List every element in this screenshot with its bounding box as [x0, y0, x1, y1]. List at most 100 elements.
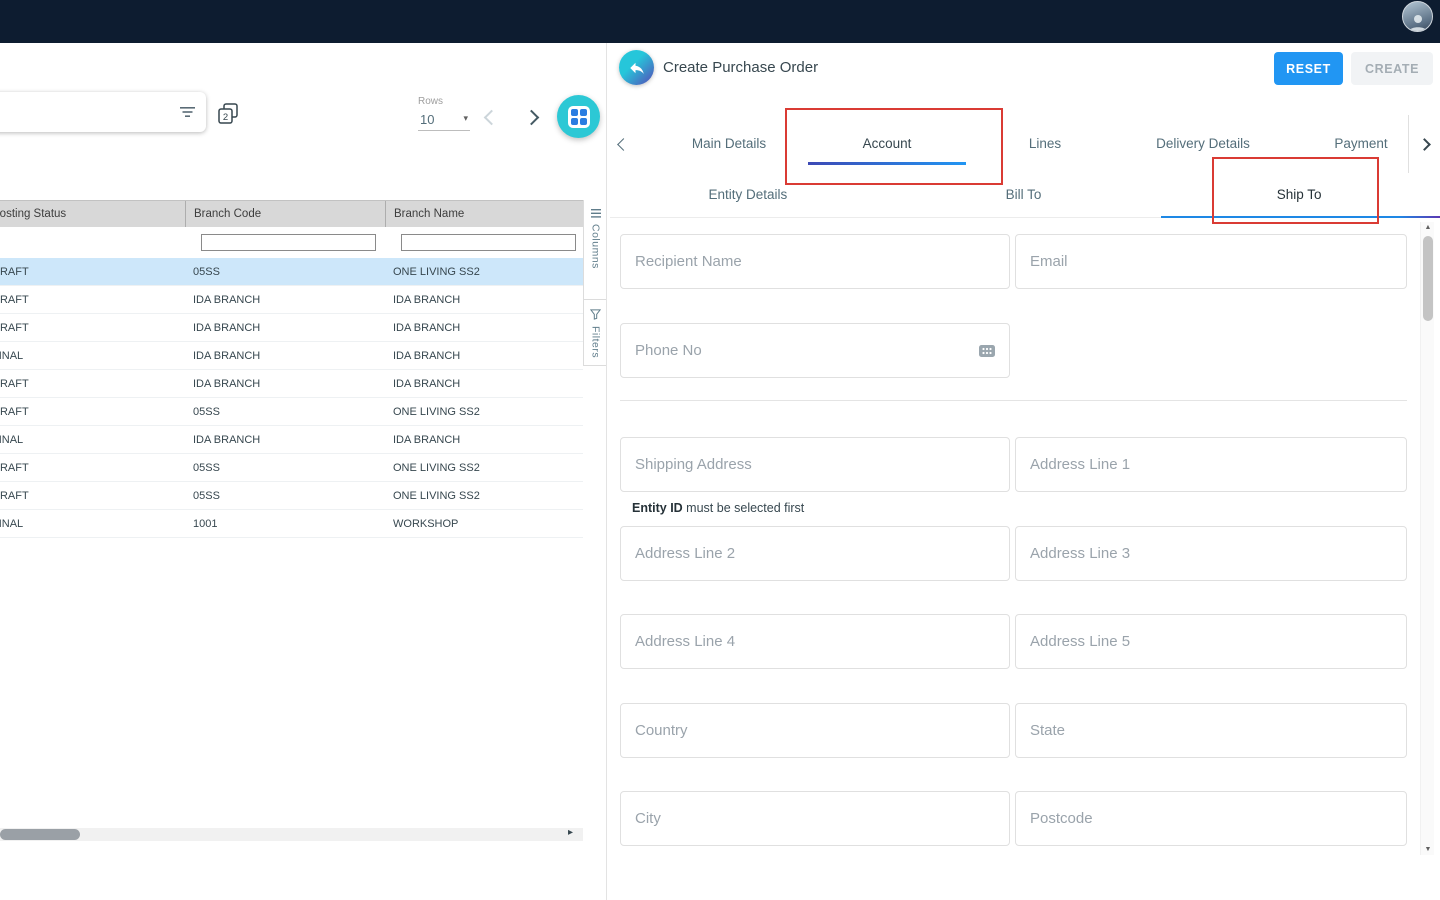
columns-panel-button[interactable]: Columns: [584, 200, 607, 300]
column-header-posting-status[interactable]: Posting Status: [0, 201, 185, 227]
address-line-4-input[interactable]: [620, 614, 1010, 669]
scroll-right-icon[interactable]: ▸: [568, 827, 573, 838]
email-input[interactable]: [1015, 234, 1407, 289]
grid-view-icon: [568, 106, 590, 128]
filter-cell-branch-name: [385, 227, 583, 258]
phone-input[interactable]: [620, 323, 1010, 378]
filters-panel-label: Filters: [590, 326, 602, 358]
rows-per-page-value: 10: [420, 112, 434, 127]
table-row[interactable]: DRAFT 05SS ONE LIVING SS2: [0, 454, 583, 482]
horizontal-scrollbar-thumb[interactable]: [0, 829, 80, 840]
address-line-2-input[interactable]: [620, 526, 1010, 581]
cell-posting-status: DRAFT: [0, 398, 185, 425]
postcode-input[interactable]: [1015, 791, 1407, 846]
cell-posting-status: DRAFT: [0, 286, 185, 313]
search-card: [0, 92, 206, 132]
table-side-toolbar: Columns Filters: [583, 200, 607, 366]
table-row[interactable]: DRAFT 05SS ONE LIVING SS2: [0, 398, 583, 426]
shipping-address-input[interactable]: [620, 437, 1010, 492]
cell-branch-name: IDA BRANCH: [385, 426, 583, 453]
cell-branch-code: 05SS: [185, 482, 385, 509]
purchase-order-table: Posting Status Branch Code Branch Name D…: [0, 200, 583, 538]
dial-pad-icon[interactable]: [979, 344, 995, 362]
tab-main-details[interactable]: Main Details: [650, 123, 808, 165]
cell-branch-name: ONE LIVING SS2: [385, 454, 583, 481]
columns-panel-label: Columns: [590, 224, 602, 269]
country-input[interactable]: [620, 703, 1010, 758]
cell-branch-name: ONE LIVING SS2: [385, 398, 583, 425]
reset-button[interactable]: RESET: [1274, 52, 1343, 85]
table-row[interactable]: DRAFT IDA BRANCH IDA BRANCH: [0, 370, 583, 398]
subtab-ship-to[interactable]: Ship To: [1161, 172, 1437, 217]
table-row[interactable]: DRAFT 05SS ONE LIVING SS2: [0, 482, 583, 510]
table-row[interactable]: DRAFT IDA BRANCH IDA BRANCH: [0, 314, 583, 342]
previous-page-button[interactable]: [486, 110, 497, 128]
columns-icon: [591, 209, 601, 218]
cell-branch-name: ONE LIVING SS2: [385, 258, 583, 285]
create-purchase-order-panel: Create Purchase Order RESET CREATE Main …: [607, 43, 1440, 900]
back-button[interactable]: [619, 50, 654, 85]
cell-posting-status: FINAL: [0, 510, 185, 537]
purchase-order-list-panel: 2 Rows 10 ▾ Posting Status Branch Code B…: [0, 43, 607, 900]
state-input[interactable]: [1015, 703, 1407, 758]
cell-posting-status: FINAL: [0, 426, 185, 453]
filters-panel-button[interactable]: Filters: [584, 300, 607, 366]
table-row[interactable]: DRAFT IDA BRANCH IDA BRANCH: [0, 286, 583, 314]
page-title: Create Purchase Order: [663, 50, 818, 85]
tab-delivery-details[interactable]: Delivery Details: [1124, 123, 1282, 165]
cell-branch-name: WORKSHOP: [385, 510, 583, 537]
subtab-entity-details[interactable]: Entity Details: [610, 172, 886, 217]
svg-text:2: 2: [223, 112, 228, 123]
cell-branch-name: IDA BRANCH: [385, 342, 583, 369]
entity-id-hint-bold: Entity ID: [632, 501, 683, 515]
tab-account[interactable]: Account: [808, 123, 966, 165]
city-input[interactable]: [620, 791, 1010, 846]
cell-branch-name: IDA BRANCH: [385, 286, 583, 313]
filter-list-icon[interactable]: [180, 105, 195, 124]
table-row[interactable]: DRAFT 05SS ONE LIVING SS2: [0, 258, 583, 286]
branch-code-filter-input[interactable]: [201, 234, 376, 251]
address-line-1-input[interactable]: [1015, 437, 1407, 492]
cell-posting-status: DRAFT: [0, 258, 185, 285]
create-button[interactable]: CREATE: [1351, 52, 1433, 85]
cell-posting-status: DRAFT: [0, 454, 185, 481]
tab-lines[interactable]: Lines: [966, 123, 1124, 165]
vertical-scrollbar[interactable]: ▲ ▼: [1420, 222, 1434, 855]
person-icon: [1407, 13, 1429, 31]
cell-posting-status: DRAFT: [0, 370, 185, 397]
scroll-down-icon[interactable]: ▼: [1421, 846, 1435, 853]
table-row[interactable]: FINAL IDA BRANCH IDA BRANCH: [0, 342, 583, 370]
subtab-bill-to[interactable]: Bill To: [886, 172, 1162, 217]
horizontal-scrollbar[interactable]: [0, 828, 583, 841]
cell-branch-name: ONE LIVING SS2: [385, 482, 583, 509]
tabs-scroll-left-button[interactable]: [619, 123, 645, 165]
user-avatar[interactable]: [1402, 1, 1433, 32]
recipient-name-input[interactable]: [620, 234, 1010, 289]
table-filter-row: [0, 227, 583, 258]
next-page-button[interactable]: [526, 110, 537, 128]
cell-posting-status: DRAFT: [0, 314, 185, 341]
vertical-scrollbar-thumb[interactable]: [1423, 236, 1433, 321]
form-section-divider: [620, 400, 1407, 401]
table-row[interactable]: FINAL IDA BRANCH IDA BRANCH: [0, 426, 583, 454]
column-header-branch-code[interactable]: Branch Code: [185, 201, 385, 227]
chevron-down-icon: ▾: [463, 113, 468, 124]
column-header-branch-name[interactable]: Branch Name: [385, 201, 583, 227]
cell-branch-name: IDA BRANCH: [385, 314, 583, 341]
scroll-up-icon[interactable]: ▲: [1421, 224, 1435, 231]
top-navigation-bar: [0, 0, 1440, 43]
branch-name-filter-input[interactable]: [401, 234, 576, 251]
address-line-3-input[interactable]: [1015, 526, 1407, 581]
rows-per-page-select[interactable]: 10 ▾: [418, 109, 470, 131]
tabs-scroll-right-button[interactable]: [1408, 115, 1440, 173]
view-switch-button[interactable]: [557, 95, 600, 138]
cell-posting-status: FINAL: [0, 342, 185, 369]
filter-cell-branch-code: [185, 227, 385, 258]
stacked-view-2-icon[interactable]: 2: [218, 103, 238, 130]
address-line-5-input[interactable]: [1015, 614, 1407, 669]
search-input[interactable]: [0, 96, 166, 128]
rows-per-page-label: Rows: [418, 96, 443, 107]
table-row[interactable]: FINAL 1001 WORKSHOP: [0, 510, 583, 538]
table-header-row: Posting Status Branch Code Branch Name: [0, 200, 583, 227]
cell-branch-code: IDA BRANCH: [185, 426, 385, 453]
